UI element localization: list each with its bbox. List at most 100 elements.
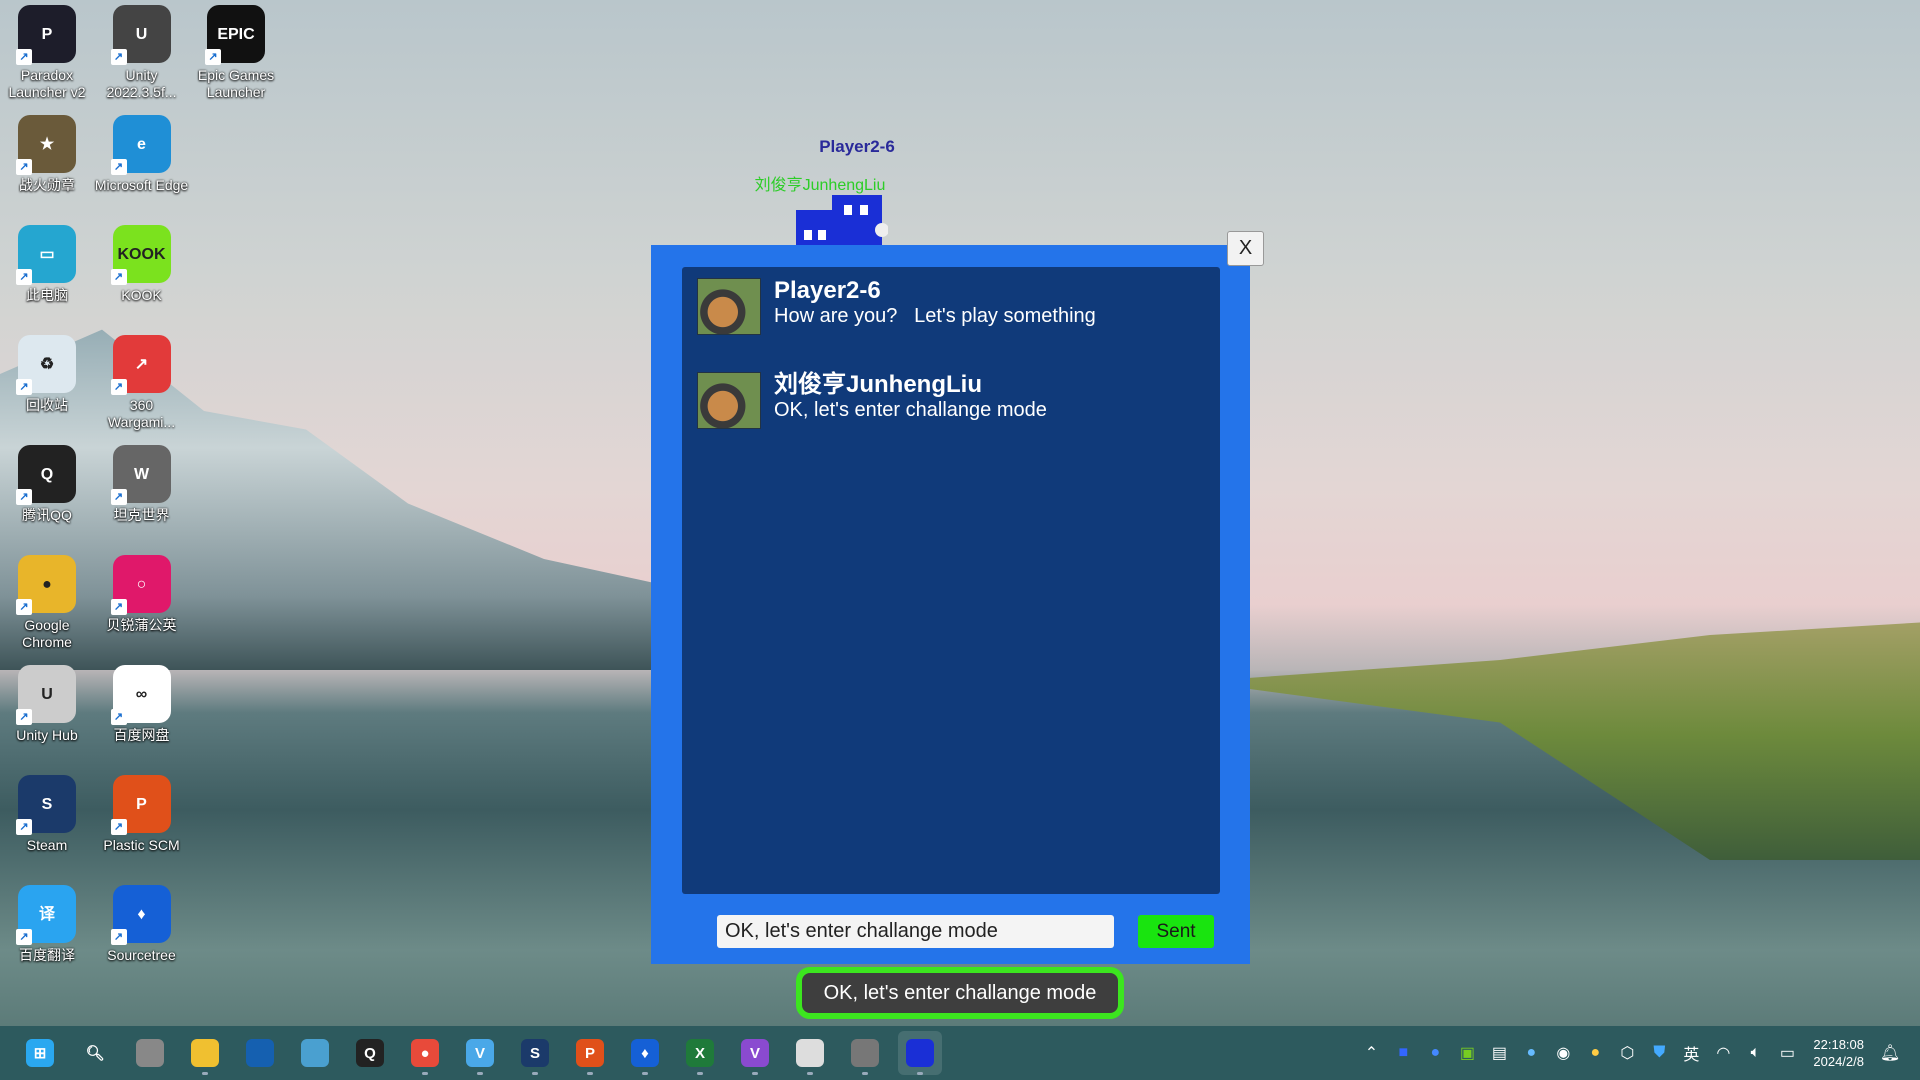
- tray-v-icon[interactable]: ●: [1515, 1038, 1547, 1068]
- desktop-icon[interactable]: ♦ ↗ Sourcetree: [95, 885, 189, 964]
- desktop-icon[interactable]: KOOK ↗ KOOK: [95, 225, 189, 304]
- chevron-up-icon[interactable]: ⌃: [1355, 1038, 1387, 1068]
- unity-tray-icon[interactable]: ⬡: [1611, 1038, 1643, 1068]
- app-icon: ★ ↗: [16, 115, 76, 175]
- running-indicator: [587, 1072, 593, 1075]
- app-glyph: ▭: [39, 245, 55, 263]
- desktop-icon[interactable]: Q ↗ 腾讯QQ: [0, 445, 94, 524]
- shortcut-arrow-icon: ↗: [110, 819, 127, 835]
- shortcut-arrow-icon: ↗: [16, 49, 32, 65]
- desktop-icon[interactable]: ∞ ↗ 百度网盘: [95, 665, 189, 744]
- desktop-icon[interactable]: U ↗ Unity 2022.3.5f...: [95, 5, 189, 101]
- desktop-icon-label: Microsoft Edge: [94, 177, 189, 193]
- desktop-icon[interactable]: ★ ↗ 战火勋章: [0, 115, 94, 194]
- app-icon: ♦ ↗: [110, 885, 171, 945]
- desktop-icon[interactable]: S ↗ Steam: [0, 775, 94, 854]
- taskbar-vscode-like[interactable]: V: [458, 1031, 502, 1075]
- taskbar-task-view[interactable]: [128, 1031, 172, 1075]
- running-indicator: [752, 1072, 758, 1075]
- app-icon: S ↗: [16, 775, 76, 835]
- send-button[interactable]: Sent: [1138, 915, 1214, 948]
- shortcut-arrow-icon: ↗: [110, 269, 127, 285]
- desktop-icon[interactable]: W ↗ 坦克世界: [95, 445, 189, 524]
- taskbar-apps: ⊞ 🔍︎ Q ● V S P ♦ X V: [18, 1031, 953, 1075]
- taskbar-game[interactable]: [898, 1031, 942, 1075]
- close-chat-button[interactable]: X: [1227, 231, 1264, 266]
- desktop-icon[interactable]: ○ ↗ 贝锐蒲公英: [95, 555, 189, 634]
- volume-icon[interactable]: 🔈︎: [1739, 1038, 1771, 1068]
- taskbar-unity-hub[interactable]: [843, 1031, 887, 1075]
- desktop-icon[interactable]: P ↗ Plastic SCM: [95, 775, 189, 854]
- taskbar-plastic-scm[interactable]: P: [568, 1031, 612, 1075]
- shortcut-arrow-icon: ↗: [110, 159, 127, 175]
- desktop-icon[interactable]: ▭ ↗ 此电脑: [0, 225, 94, 304]
- running-indicator: [917, 1072, 923, 1075]
- desktop-icon[interactable]: ♻ ↗ 回收站: [0, 335, 94, 414]
- desktop-icon[interactable]: ● ↗ Google Chrome: [0, 555, 94, 651]
- app-glyph: S: [41, 795, 53, 813]
- taskbar-sourcetree[interactable]: ♦: [623, 1031, 667, 1075]
- app-icon: ▭ ↗: [16, 225, 76, 285]
- app-icon: Q ↗: [16, 445, 76, 505]
- system-tray: ⌃ ■ ● ▣ ▤ ● ◉ ● ⬡ ⛊ 英 ◠ 🔈︎ ▭ 22:18:08 20…: [1355, 1036, 1906, 1070]
- app-icon: ○ ↗: [110, 555, 171, 615]
- app-glyph: P: [136, 795, 147, 813]
- taskbar-excel[interactable]: X: [678, 1031, 722, 1075]
- sourcetree-icon: ♦: [631, 1039, 659, 1067]
- taskbar-control-panel[interactable]: [293, 1031, 337, 1075]
- app-glyph: ↗: [134, 355, 149, 373]
- shortcut-arrow-icon: ↗: [110, 379, 127, 395]
- app-icon: ↗ ↗: [110, 335, 171, 395]
- running-indicator: [642, 1072, 648, 1075]
- wifi-icon[interactable]: ◠: [1707, 1038, 1739, 1068]
- shortcut-arrow-icon: ↗: [110, 709, 127, 725]
- message-text: How are you? Let's play something: [774, 305, 1096, 327]
- nvidia-icon[interactable]: ▣: [1451, 1038, 1483, 1068]
- desktop-icon[interactable]: EPIC ↗ Epic Games Launcher: [189, 5, 283, 101]
- chat-input[interactable]: [717, 915, 1114, 948]
- app-glyph: U: [41, 685, 53, 703]
- running-indicator: [532, 1072, 538, 1075]
- desktop-icon-label: 此电脑: [26, 287, 68, 303]
- taskbar-store[interactable]: [238, 1031, 282, 1075]
- wallpaper-hill: [1220, 622, 1920, 860]
- game-icon: [906, 1039, 934, 1067]
- app-glyph: 译: [38, 905, 55, 923]
- clock[interactable]: 22:18:08 2024/2/8: [1813, 1036, 1864, 1070]
- task-view-icon: [136, 1039, 164, 1067]
- security-shield-icon[interactable]: ⛊: [1643, 1038, 1675, 1068]
- tray-l-icon[interactable]: ●: [1419, 1038, 1451, 1068]
- desktop-icon-label: 贝锐蒲公英: [106, 617, 177, 633]
- running-indicator: [697, 1072, 703, 1075]
- taskbar-start[interactable]: ⊞: [18, 1031, 62, 1075]
- battery-icon[interactable]: ▭: [1771, 1038, 1803, 1068]
- desktop-icon[interactable]: ↗ ↗ 360 Wargami...: [95, 335, 189, 431]
- taskbar-visual-studio[interactable]: V: [733, 1031, 777, 1075]
- taskbar-unity[interactable]: [788, 1031, 832, 1075]
- taskbar-search[interactable]: 🔍︎: [73, 1031, 117, 1075]
- desktop-icon[interactable]: e ↗ Microsoft Edge: [95, 115, 189, 194]
- notification-icon[interactable]: 🔔︎: [1874, 1038, 1906, 1068]
- message-sender: Player2-6: [774, 277, 881, 304]
- file-explorer-icon: [191, 1039, 219, 1067]
- app-glyph: EPIC: [217, 25, 255, 43]
- message-text: OK, let's enter challange mode: [774, 399, 1047, 421]
- desktop-icon-label: Plastic SCM: [103, 837, 180, 853]
- tray-game-icon[interactable]: ■: [1387, 1038, 1419, 1068]
- taskbar-file-explorer[interactable]: [183, 1031, 227, 1075]
- desktop-icon[interactable]: 译 ↗ 百度翻译: [0, 885, 94, 964]
- ime-indicator[interactable]: 英: [1675, 1038, 1707, 1068]
- desktop-icon-label: 回收站: [26, 397, 68, 413]
- steam-tray-icon[interactable]: ◉: [1547, 1038, 1579, 1068]
- chat-message-list[interactable]: Player2-6 How are you? Let's play someth…: [682, 267, 1220, 894]
- taskbar-chrome[interactable]: ●: [403, 1031, 447, 1075]
- tray-computer-icon[interactable]: ▤: [1483, 1038, 1515, 1068]
- taskbar-steam[interactable]: S: [513, 1031, 557, 1075]
- shortcut-arrow-icon: ↗: [16, 819, 32, 835]
- desktop-icon[interactable]: P ↗ Paradox Launcher v2: [0, 5, 94, 101]
- app-icon: U ↗: [110, 5, 171, 65]
- desktop-icon[interactable]: U ↗ Unity Hub: [0, 665, 94, 744]
- qq-tray-icon[interactable]: ●: [1579, 1038, 1611, 1068]
- desktop-icon-label: Steam: [26, 837, 68, 853]
- taskbar-qq[interactable]: Q: [348, 1031, 392, 1075]
